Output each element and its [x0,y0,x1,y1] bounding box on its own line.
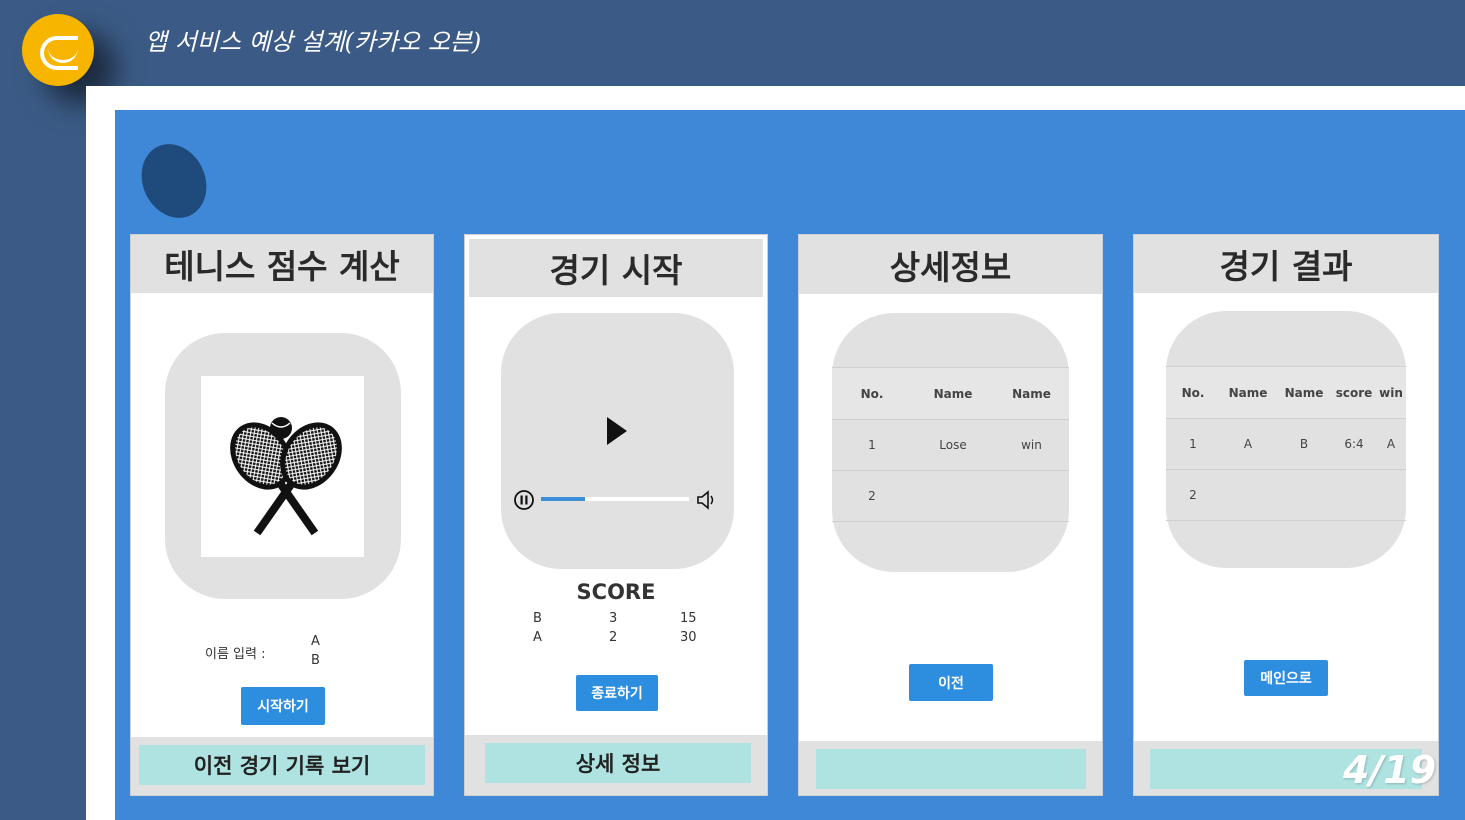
start-button[interactable]: 시작하기 [241,687,325,725]
table-cell: Lose [912,419,994,471]
table-header: Name [1276,366,1332,419]
play-icon[interactable] [605,415,629,447]
score-points-a: 30 [680,630,697,645]
table-header: Name [994,367,1069,420]
score-title: SCORE [576,580,656,604]
table-cell: A [1376,418,1406,470]
page-title: 앱 서비스 예상 설계(카카오 오븐) [145,28,482,56]
screen2-title: 경기 시작 [469,239,763,297]
main-button[interactable]: 메인으로 [1244,660,1328,696]
screen-tennis-score: 테니스 점수 계산 이름 입력 : A B 시작하기 이전 경기 기록 보기 [130,234,434,796]
table-header: Name [912,367,994,420]
player-name-b[interactable]: B [311,653,320,668]
table-cell: B [1276,418,1332,470]
table-cell: A [1220,418,1276,470]
table-header-row: No. Name Name [832,367,1069,420]
screen4-title: 경기 결과 [1134,235,1438,293]
screen1-title: 테니스 점수 계산 [131,235,433,293]
table-cell [912,470,994,522]
tennis-image-card [201,376,364,557]
table-cell: 2 [832,470,912,522]
table-row[interactable]: 1 A B 6:4 A [1166,418,1406,470]
progress-fill [541,497,586,501]
table-row[interactable]: 2 [832,470,1069,522]
progress-track[interactable] [541,497,689,501]
screen3-title: 상세정보 [799,235,1102,294]
screen-details: 상세정보 No. Name Name 1 Lose win 2 이전 [798,234,1103,796]
pause-icon[interactable] [513,489,535,511]
table-cell [1376,469,1406,521]
volume-icon[interactable] [695,488,719,512]
score-points-b: 15 [680,611,697,626]
table-header: score [1332,366,1376,419]
score-games-a: 2 [609,630,618,645]
footer-bar[interactable] [816,749,1086,789]
screen2-footer: 상세 정보 [465,735,767,795]
details-table: No. Name Name 1 Lose win 2 [832,367,1069,522]
tennis-rackets-icon [230,417,342,536]
name-input-label: 이름 입력 : [205,647,266,662]
previous-button[interactable]: 이전 [909,664,993,701]
table-cell: 1 [1166,418,1220,470]
table-header: No. [832,367,912,420]
table-cell: 1 [832,419,912,471]
table-cell: 2 [1166,469,1220,521]
score-player-b: B [533,611,542,626]
page-number: 4/19 [1343,748,1437,792]
screen-match-start: 경기 시작 SCORE B 3 15 A 2 30 종료하기 상세 정보 [464,234,768,796]
screen1-footer: 이전 경기 기록 보기 [131,737,433,795]
table-cell: win [994,419,1069,471]
table-header: Name [1220,366,1276,419]
result-table: No. Name Name score win 1 A B 6:4 A 2 [1166,366,1406,521]
player-name-a[interactable]: A [311,634,320,649]
previous-records-button[interactable]: 이전 경기 기록 보기 [139,745,425,785]
table-row[interactable]: 2 [1166,469,1406,521]
table-cell [1332,469,1376,521]
end-button[interactable]: 종료하기 [576,675,658,711]
score-player-a: A [533,630,542,645]
table-header: win [1376,366,1406,419]
table-header: No. [1166,366,1220,419]
score-games-b: 3 [609,611,618,626]
table-row[interactable]: 1 Lose win [832,419,1069,471]
table-cell [1276,469,1332,521]
table-cell [1220,469,1276,521]
table-cell: 6:4 [1332,418,1376,470]
detail-info-button[interactable]: 상세 정보 [485,743,751,783]
table-cell [994,470,1069,522]
screen3-footer [799,741,1102,795]
screen-match-result: 경기 결과 No. Name Name score win 1 A B 6:4 … [1133,234,1439,796]
table-header-row: No. Name Name score win [1166,366,1406,419]
logo [22,14,94,86]
